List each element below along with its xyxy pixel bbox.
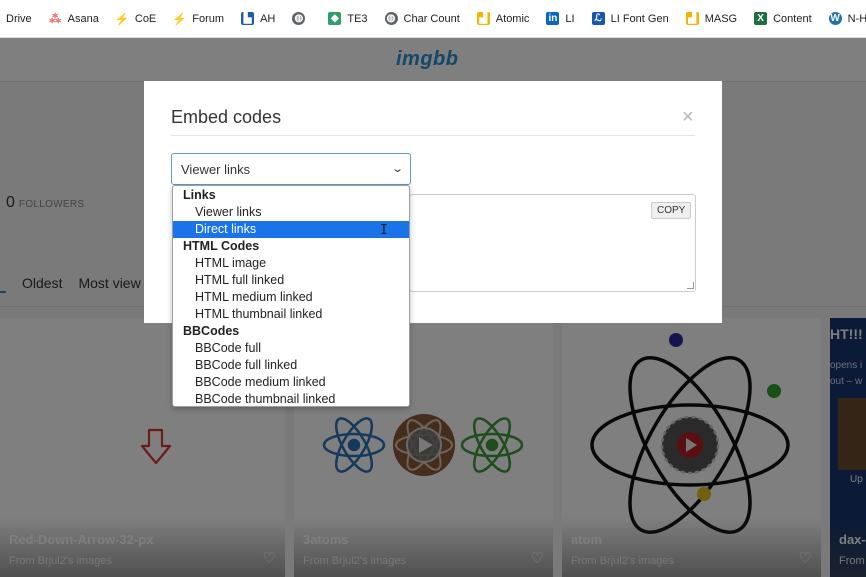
dropdown-option-bbcode-thumbnail-linked[interactable]: BBCode thumbnail linked [173, 391, 409, 408]
dropdown-group-html-codes: HTML Codes [183, 239, 260, 253]
excel-icon: X [754, 12, 768, 25]
globe-icon: ◍ [384, 12, 398, 25]
dropdown-option-html-thumbnail-linked[interactable]: HTML thumbnail linked [173, 306, 409, 323]
bookmark-li-font-gen[interactable]: ℒ LI Font Gen [591, 12, 669, 25]
bookmarks-bar: Drive ⁂ Asana ⚡ CoE ⚡ Forum ▙ AH ◍ ◆ TE3 ◍ Cha… [0, 0, 866, 38]
bookmark-te3[interactable]: ◆ TE3 [328, 12, 368, 25]
divider [171, 135, 695, 136]
bookmark-content[interactable]: X Content [754, 12, 812, 25]
globe-icon: ◍ [292, 12, 306, 25]
resize-handle[interactable] [687, 282, 694, 289]
text-cursor-icon: I [380, 223, 388, 238]
bookmark-globe[interactable]: ◍ [292, 12, 311, 25]
dropdown-group-links: Links [183, 188, 216, 202]
dropdown-option-bbcode-full[interactable]: BBCode full [173, 340, 409, 357]
dropdown-option-bbcode-full-linked[interactable]: BBCode full linked [173, 357, 409, 374]
close-icon[interactable]: × [682, 107, 694, 127]
masg-icon: ▟ [685, 12, 699, 25]
select-value: Viewer links [181, 162, 251, 177]
bookmark-asana[interactable]: ⁂ Asana [49, 11, 99, 26]
bookmark-char-count[interactable]: ◍ Char Count [384, 12, 460, 25]
chevron-down-icon: ⌄ [390, 163, 404, 175]
linkedin-icon: in [546, 12, 560, 25]
embed-type-dropdown: Links Viewer links Direct links HTML Cod… [172, 185, 410, 407]
asana-icon: ⁂ [49, 11, 62, 26]
dropdown-option-bbcode-medium-linked[interactable]: BBCode medium linked [173, 374, 409, 391]
atomic-icon: ▟ [476, 12, 490, 25]
bookmark-atomic[interactable]: ▟ Atomic [476, 12, 529, 25]
embed-type-select[interactable]: Viewer links ⌄ [171, 153, 411, 185]
bookmark-coe[interactable]: ⚡ CoE [114, 11, 156, 26]
bookmark-li[interactable]: in LI [546, 12, 575, 25]
wordpress-icon: W [828, 12, 842, 25]
ah-icon: ▙ [241, 12, 255, 25]
dropdown-option-html-full-linked[interactable]: HTML full linked [173, 272, 409, 289]
copy-button[interactable]: COPY [651, 202, 692, 219]
bookmark-ah[interactable]: ▙ AH [241, 12, 275, 25]
dropdown-option-html-medium-linked[interactable]: HTML medium linked [173, 289, 409, 306]
bookmark-masg[interactable]: ▟ MASG [685, 12, 737, 25]
modal-title: Embed codes [171, 107, 282, 127]
bookmark-n-hub[interactable]: WN-Hub [828, 12, 866, 25]
dropdown-option-html-image[interactable]: HTML image [173, 255, 409, 272]
bookmark-drive[interactable]: Drive [6, 12, 32, 25]
dropdown-option-direct-links[interactable]: Direct links [173, 221, 409, 238]
forum-icon: ⚡ [172, 11, 188, 26]
te3-icon: ◆ [328, 12, 342, 25]
dropdown-option-viewer-links[interactable]: Viewer links [173, 204, 409, 221]
bookmark-forum[interactable]: ⚡ Forum [172, 11, 224, 26]
coe-icon: ⚡ [114, 11, 130, 26]
dropdown-group-bbcodes: BBCodes [183, 324, 240, 338]
li-font-gen-icon: ℒ [591, 12, 605, 25]
